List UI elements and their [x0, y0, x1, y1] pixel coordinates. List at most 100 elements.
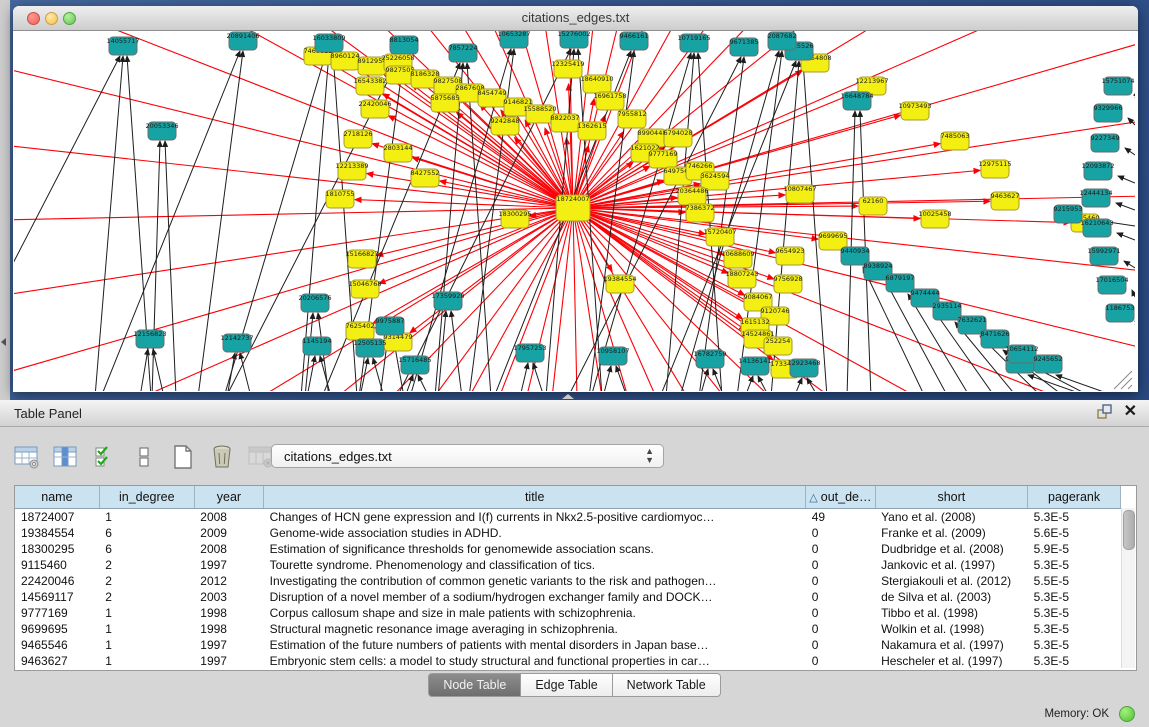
graph-node[interactable]: 15046768	[348, 280, 381, 298]
graph-node[interactable]: 14055717	[106, 37, 139, 55]
splitter-expand-arrow[interactable]	[562, 394, 574, 399]
clear-selection-icon[interactable]	[131, 444, 157, 470]
table-row[interactable]: 911546021997Tourette syndrome. Phenomeno…	[15, 557, 1121, 573]
table-row[interactable]: 1872400712008Changes of HCN gene express…	[15, 509, 1121, 526]
graph-node[interactable]: 12093872	[1081, 162, 1114, 180]
graph-node[interactable]: 9227349	[1091, 134, 1120, 152]
table-row[interactable]: 969969511998Structural magnetic resonanc…	[15, 621, 1121, 637]
column-header-in_degree[interactable]: in_degree	[99, 486, 194, 509]
graph-node[interactable]: 9756928	[774, 275, 803, 293]
graph-node[interactable]: 15992971	[1087, 247, 1120, 265]
graph-node[interactable]: 7955812	[618, 110, 647, 128]
graph-node[interactable]: 7386372	[686, 204, 715, 222]
graph-node[interactable]: 19384554	[603, 275, 636, 293]
graph-node[interactable]: 9329966	[1094, 104, 1123, 122]
graph-node[interactable]: 16210643	[1080, 219, 1113, 237]
graph-node[interactable]: 1810755	[326, 190, 355, 208]
graph-node[interactable]: 17359928	[431, 292, 464, 310]
table-selector-dropdown[interactable]: citations_edges.txt ▲▼	[271, 444, 664, 468]
graph-node[interactable]: 9777169	[649, 150, 678, 168]
graph-node[interactable]: 10719165	[677, 34, 710, 52]
graph-node[interactable]: 17016504	[1095, 276, 1128, 294]
graph-node[interactable]: 18300295	[498, 210, 531, 228]
column-header-short[interactable]: short	[875, 486, 1028, 509]
table-settings-icon[interactable]	[14, 444, 40, 470]
graph-node[interactable]: 16543382	[353, 77, 386, 95]
table-row[interactable]: 1456911722003Disruption of a novel membe…	[15, 589, 1121, 605]
graph-node[interactable]: 5875685	[431, 94, 460, 112]
column-header-title[interactable]: title	[264, 486, 806, 509]
graph-node[interactable]: 15720407	[703, 228, 736, 246]
tab-network-table[interactable]: Network Table	[613, 673, 721, 697]
graph-node[interactable]: 252254	[764, 337, 792, 355]
graph-node[interactable]: 12156823	[133, 330, 166, 348]
graph-node[interactable]: 9463627	[991, 192, 1020, 210]
graph-node[interactable]: 17957253	[513, 344, 546, 362]
graph-node[interactable]: 2718126	[344, 130, 373, 148]
graph-node[interactable]: 9215953	[1054, 205, 1083, 223]
graph-node[interactable]: 15716485	[398, 356, 431, 374]
graph-node[interactable]: 10025458	[918, 210, 951, 228]
graph-node[interactable]: 15751074	[1101, 77, 1134, 95]
table-row[interactable]: 977716911998Corpus callosum shape and si…	[15, 605, 1121, 621]
graph-node[interactable]: 18807243	[725, 270, 758, 288]
graph-node[interactable]: 1186753	[1106, 304, 1135, 322]
graph-node[interactable]: 9314479	[384, 333, 413, 351]
graph-node[interactable]: 15166827	[345, 250, 378, 268]
graph-node[interactable]: 20206576	[298, 294, 331, 312]
new-table-icon[interactable]	[170, 444, 196, 470]
table-row[interactable]: 946554611997Estimation of the future num…	[15, 637, 1121, 653]
graph-node[interactable]: 9671385	[730, 38, 759, 56]
graph-node[interactable]: 8427552	[411, 169, 440, 187]
graph-node[interactable]: 16033809	[312, 34, 345, 52]
graph-node[interactable]: 7857224	[449, 44, 478, 62]
graph-node[interactable]: 9245652	[1034, 355, 1063, 373]
window-titlebar[interactable]: citations_edges.txt	[13, 6, 1138, 31]
graph-node[interactable]: 1145194	[303, 337, 332, 355]
graph-node[interactable]: 18640910	[580, 75, 613, 93]
table-row[interactable]: 946362711997Embryonic stem cells: a mode…	[15, 653, 1121, 669]
network-canvas[interactable]: 7463822896012489129542522605898275051654…	[14, 31, 1135, 391]
table-row[interactable]: 2242004622012Investigating the contribut…	[15, 573, 1121, 589]
table-scrollbar-thumb[interactable]	[1123, 510, 1135, 550]
graph-node[interactable]: 20053346	[145, 122, 178, 140]
tab-node-table[interactable]: Node Table	[428, 673, 521, 697]
graph-node[interactable]: 7625402	[346, 322, 375, 340]
graph-node[interactable]: 15276002	[557, 31, 590, 48]
delete-columns-icon[interactable]	[209, 444, 235, 470]
graph-node[interactable]: 12142737	[220, 334, 253, 352]
graph-node[interactable]: 8960124	[331, 52, 360, 70]
graph-node[interactable]: 18724007	[556, 195, 590, 221]
graph-node[interactable]: 16648784	[840, 92, 873, 110]
graph-node[interactable]: 16782759	[693, 350, 726, 368]
graph-node[interactable]: 10973493	[898, 102, 931, 120]
tab-edge-table[interactable]: Edge Table	[521, 673, 612, 697]
graph-node[interactable]: 16961758	[593, 92, 626, 110]
graph-node[interactable]: 10958107	[596, 347, 629, 365]
column-header-out_de[interactable]: △out_de…	[806, 486, 875, 509]
column-header-year[interactable]: year	[194, 486, 263, 509]
graph-node[interactable]: 2803144	[384, 144, 413, 162]
graph-node[interactable]: 12975115	[978, 160, 1011, 178]
graph-node[interactable]: 1362615	[578, 122, 607, 140]
column-header-pagerank[interactable]: pagerank	[1028, 486, 1121, 509]
graph-node[interactable]: 8822037	[551, 114, 580, 132]
graph-node[interactable]: 20891406	[226, 32, 259, 50]
graph-node[interactable]: 22420046	[358, 100, 391, 118]
float-panel-icon[interactable]	[1097, 404, 1112, 419]
graph-node[interactable]: 10653287	[497, 31, 530, 48]
graph-node[interactable]: 62160	[859, 197, 887, 215]
graph-node[interactable]: 9466161	[620, 32, 649, 50]
table-scrollbar[interactable]	[1121, 508, 1135, 668]
table-row[interactable]: 1938455462009Genome-wide association stu…	[15, 525, 1121, 541]
graph-node[interactable]: 10688609	[721, 250, 754, 268]
graph-node[interactable]: 9654923	[776, 247, 805, 265]
graph-node[interactable]: 10807467	[783, 185, 816, 203]
column-header-name[interactable]: name	[15, 486, 99, 509]
graph-node[interactable]: 20364486	[675, 187, 708, 205]
graph-node[interactable]: 9975887	[376, 317, 405, 335]
graph-node[interactable]: 12923468	[787, 359, 820, 377]
show-columns-icon[interactable]	[53, 444, 79, 470]
graph-node[interactable]: 6794028	[664, 129, 693, 147]
graph-node[interactable]: 12213389	[335, 162, 368, 180]
